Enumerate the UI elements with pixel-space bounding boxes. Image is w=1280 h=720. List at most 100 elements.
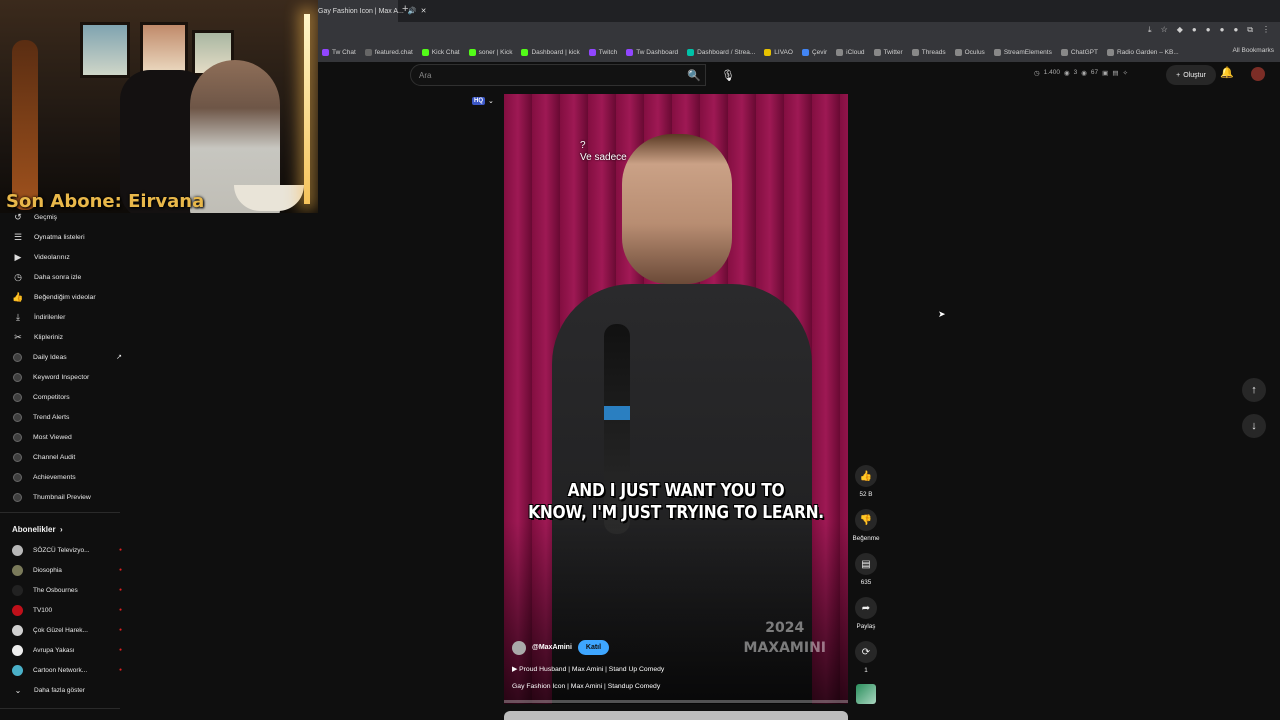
extension-icon[interactable]: ● xyxy=(1192,25,1197,35)
star-icon[interactable]: ☆ xyxy=(1161,25,1168,35)
sidebar-item[interactable]: Competitors xyxy=(12,390,122,404)
video-title[interactable]: Gay Fashion Icon | Max Amini | Standup C… xyxy=(512,683,660,690)
previous-short-button[interactable]: ↑ xyxy=(1242,378,1266,402)
extension-icon[interactable]: ● xyxy=(1233,25,1238,35)
sidebar-item[interactable]: ☰ Oynatma listeleri xyxy=(12,230,122,244)
new-tab-icon[interactable]: + xyxy=(402,3,408,15)
channel-avatar xyxy=(12,604,23,616)
bookmark-item[interactable]: Twitter xyxy=(873,48,903,56)
sidebar-item[interactable]: ▶ Videolarınız xyxy=(12,250,122,264)
remix-button[interactable]: ⟳ 1 xyxy=(852,641,880,674)
like-button[interactable]: 👍 52 B xyxy=(852,465,880,498)
bookmark-item[interactable]: Çevir xyxy=(801,48,827,56)
sidebar-item[interactable]: Trend Alerts xyxy=(12,410,122,424)
dislike-button[interactable]: 👎 Beğenme xyxy=(848,509,884,542)
live-indicator-icon: ● xyxy=(118,647,122,653)
join-button[interactable]: Katıl xyxy=(577,640,610,655)
subscriptions-heading[interactable]: Abonelikler › xyxy=(12,525,63,534)
install-icon[interactable]: ⤓ xyxy=(1148,25,1152,35)
subscription-item[interactable]: TV100 ● xyxy=(12,603,122,617)
bookmark-item[interactable]: LIVAO xyxy=(764,48,793,56)
bookmark-favicon-icon xyxy=(954,48,962,56)
create-button[interactable]: + Oluştur xyxy=(1166,65,1216,85)
sidebar-item[interactable]: Most Viewed xyxy=(12,430,122,444)
sidebar-item[interactable]: 👍 Beğendiğim videolar xyxy=(12,290,122,304)
sidebar-item[interactable]: Keyword Inspector xyxy=(12,370,122,384)
sidebar-item[interactable]: ✂ Klipleriniz xyxy=(12,330,122,344)
thumb-down-icon: 👎 xyxy=(855,509,877,531)
menu-icon[interactable]: ⋮ xyxy=(1262,25,1270,35)
subscription-item[interactable]: The Osbournes ● xyxy=(12,583,122,597)
short-video-player[interactable]: ? Ve sadece AND I JUST WANT YOU TO KNOW,… xyxy=(504,94,848,704)
extension-stats: ◷ 1.400 ◉ 3 ◉ 67 ▣ ▤ ✧ xyxy=(1034,69,1128,77)
puzzle-icon[interactable]: ⧉ xyxy=(1247,25,1253,35)
subscription-label: Çok Güzel Harek... xyxy=(33,626,88,634)
extension-icon[interactable]: ● xyxy=(1220,25,1225,35)
channel-avatar[interactable] xyxy=(512,640,526,655)
next-short-button[interactable]: ↓ xyxy=(1242,414,1266,438)
bookmark-favicon-icon xyxy=(626,48,634,56)
sidebar-item[interactable]: ⤓ İndirilenler xyxy=(12,310,122,324)
all-bookmarks-button[interactable]: All Bookmarks xyxy=(1232,47,1274,54)
search-button[interactable]: 🔍 xyxy=(680,64,708,86)
voice-search-button[interactable]: 🎙 xyxy=(718,64,738,86)
bookmark-item[interactable]: Radio Garden – KB... xyxy=(1106,48,1179,56)
sidebar-item[interactable]: Achievements xyxy=(12,470,122,484)
sidebar-item[interactable]: Daily Ideas ↗ xyxy=(12,350,122,364)
sidebar-item[interactable]: Thumbnail Preview xyxy=(12,490,122,504)
sidebar-item[interactable]: ◷ Daha sonra izle xyxy=(12,270,122,284)
thumb-up-icon: 👍 xyxy=(855,465,877,487)
wall-frame xyxy=(80,22,130,78)
show-more-label: Daha fazla göster xyxy=(34,686,85,694)
search-input[interactable]: Ara xyxy=(410,64,706,86)
bookmark-item[interactable]: ChatGPT xyxy=(1060,48,1098,56)
subscriptions-label: Abonelikler xyxy=(12,525,56,534)
subscription-item[interactable]: Cartoon Network... ● xyxy=(12,663,122,677)
extension-icon[interactable]: ▣ xyxy=(1102,69,1108,77)
thumb-up-icon: 👍 xyxy=(12,291,24,302)
speaker-icon[interactable]: 🔊 xyxy=(408,7,417,15)
wand-icon[interactable]: ✧ xyxy=(1122,69,1127,77)
extension-icon[interactable]: ◆ xyxy=(1177,25,1183,35)
channel-name[interactable]: @MaxAmini xyxy=(532,644,572,651)
subscription-item[interactable]: Diosophia ● xyxy=(12,563,122,577)
sidebar-item[interactable]: Channel Audit xyxy=(12,450,122,464)
bookmark-item[interactable]: iCloud xyxy=(836,48,865,56)
share-button[interactable]: ➦ Paylaş xyxy=(852,597,880,630)
bookmark-item[interactable]: Tw Chat xyxy=(322,48,356,56)
bookmark-item[interactable]: Threads xyxy=(911,48,946,56)
bookmark-item[interactable]: Oculus xyxy=(954,48,985,56)
bookmark-item[interactable]: soner | Kick xyxy=(468,48,512,56)
bookmark-item[interactable]: Dashboard | kick xyxy=(521,48,580,56)
subscription-item[interactable]: Çok Güzel Harek... ● xyxy=(12,623,122,637)
bookmark-item[interactable]: Dashboard / Strea... xyxy=(687,48,755,56)
browser-tab[interactable]: Gay Fashion Icon | Max A... 🔊 ✕ xyxy=(318,0,426,22)
avatar[interactable] xyxy=(1251,67,1265,81)
quality-badge[interactable]: HQ ⌄ xyxy=(472,97,494,105)
sidebar-divider xyxy=(0,708,120,709)
sidebar-item-label: Daily Ideas xyxy=(33,353,67,361)
bookmark-item[interactable]: StreamElements xyxy=(993,48,1052,56)
bookmark-item[interactable]: Tw Dashboard xyxy=(626,48,678,56)
next-short-preview[interactable] xyxy=(504,711,848,720)
mouse-cursor-icon: ➤ xyxy=(938,309,946,319)
subscription-item[interactable]: Avrupa Yakası ● xyxy=(12,643,122,657)
bookmark-item[interactable]: Kick Chat xyxy=(421,48,460,56)
show-more-button[interactable]: ⌄ Daha fazla göster xyxy=(12,683,122,697)
extension-icon xyxy=(13,412,22,422)
bookmark-item[interactable]: Twitch xyxy=(588,48,617,56)
extension-icon[interactable]: ▤ xyxy=(1112,69,1118,77)
notifications-bell-icon[interactable]: 🔔 xyxy=(1220,66,1234,79)
arrow-down-icon: ↓ xyxy=(1251,420,1257,432)
download-icon: ⤓ xyxy=(16,311,20,322)
close-icon[interactable]: ✕ xyxy=(421,7,427,15)
playlist-link[interactable]: ▶ Proud Husband | Max Amini | Stand Up C… xyxy=(512,665,664,673)
subscription-item[interactable]: SÖZCÜ Televizyo... ● xyxy=(12,543,122,557)
bookmark-favicon-icon xyxy=(873,48,881,56)
sidebar-item-label: Geçmiş xyxy=(34,213,58,221)
bookmark-item[interactable]: featured.chat xyxy=(364,48,413,56)
comments-button[interactable]: ▤ 635 xyxy=(852,553,880,586)
sound-thumbnail[interactable] xyxy=(856,684,876,704)
extension-icon[interactable]: ● xyxy=(1206,25,1211,35)
progress-bar[interactable] xyxy=(504,700,848,703)
